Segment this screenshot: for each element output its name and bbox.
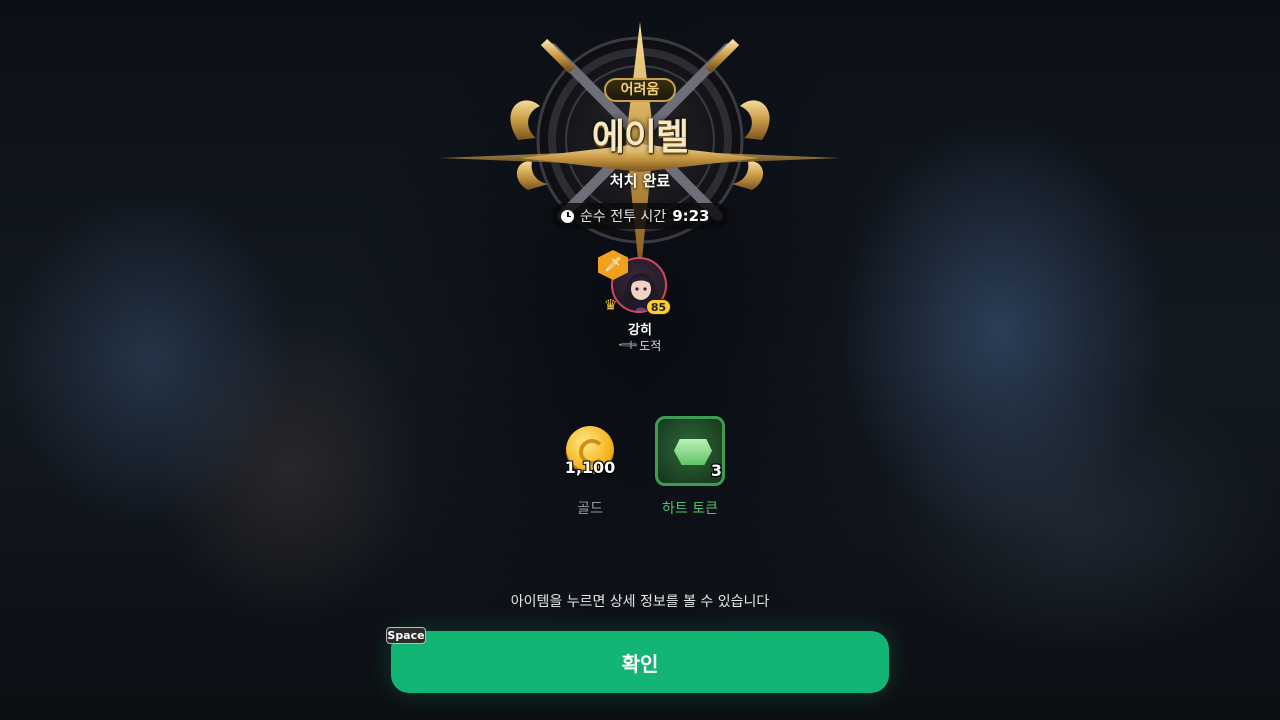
battle-timer: 순수 전투 시간 9:23 — [551, 203, 729, 229]
reward-amount: 1,100 — [564, 458, 616, 477]
player-name: 강히 — [628, 323, 652, 338]
dagger-icon: 🗡 — [615, 334, 639, 357]
timer-value: 9:23 — [672, 207, 710, 225]
clock-icon — [561, 209, 574, 223]
confirm-button[interactable]: 확인 — [391, 631, 889, 693]
reward-label: 하트 토큰 — [662, 501, 718, 517]
reward-amount: 3 — [710, 461, 722, 480]
level-badge: 85 — [646, 299, 671, 315]
reward-label: 골드 — [577, 501, 603, 517]
space-shortcut-badge: Space — [386, 627, 426, 644]
heart-token-icon: 3 — [655, 416, 725, 486]
player-class-label: 도적 — [639, 339, 662, 353]
timer-label: 순수 전투 시간 — [580, 209, 667, 225]
difficulty-badge: 어려움 — [604, 78, 676, 102]
boss-name: 에이렐 — [591, 117, 689, 158]
player-class: 🗡 도적 — [600, 334, 680, 357]
clear-status: 처치 완료 — [609, 172, 671, 190]
player-avatar-group[interactable]: 🗡 ♛ 85 — [598, 250, 671, 316]
hint-text: 아이템을 누르면 상세 정보를 볼 수 있습니다 — [510, 594, 770, 610]
crown-icon: ♛ — [604, 296, 618, 314]
